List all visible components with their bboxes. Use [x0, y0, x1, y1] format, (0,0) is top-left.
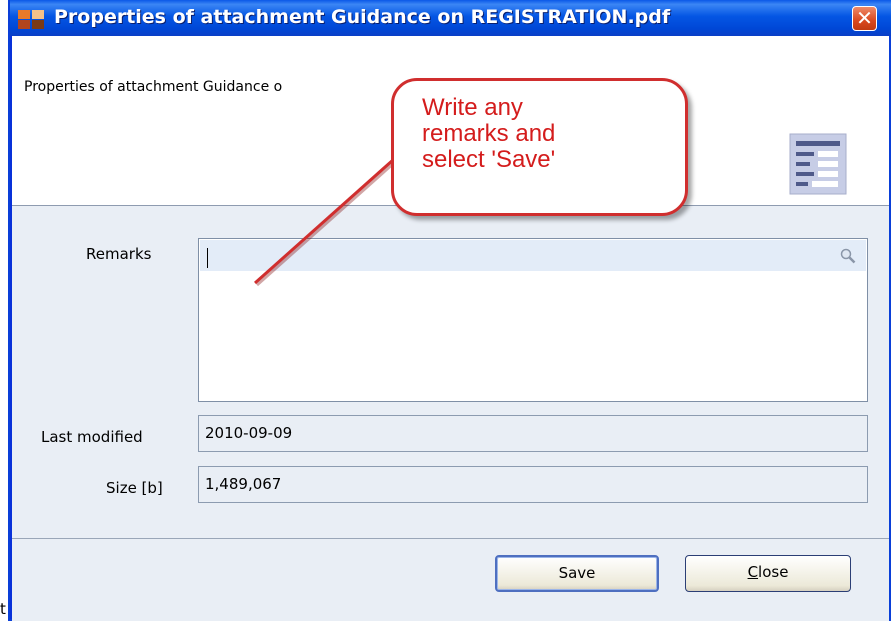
size-field: 1,489,067	[198, 466, 868, 503]
remarks-current-line	[200, 240, 866, 271]
header-description: Properties of attachment Guidance o	[24, 79, 283, 95]
window-title: Properties of attachment Guidance on REG…	[54, 6, 671, 28]
title-bar[interactable]: Properties of attachment Guidance on REG…	[10, 0, 891, 36]
callout-line-2: remarks and	[422, 120, 556, 147]
instruction-callout: Write any remarks and select 'Save'	[391, 78, 694, 222]
remarks-label: Remarks	[86, 245, 152, 263]
close-button-label: lose	[758, 563, 789, 581]
save-button[interactable]: Save	[495, 555, 659, 592]
last-modified-field: 2010-09-09	[198, 415, 868, 452]
callout-text: Write any remarks and select 'Save'	[422, 95, 662, 173]
close-button[interactable]: Close	[685, 555, 851, 592]
close-icon[interactable]: ✕	[852, 6, 877, 31]
search-icon[interactable]	[840, 248, 856, 264]
document-properties-icon	[789, 133, 847, 195]
callout-box: Write any remarks and select 'Save'	[391, 78, 688, 216]
app-icon	[18, 10, 44, 29]
last-modified-label: Last modified	[41, 428, 143, 446]
callout-line-3: select 'Save'	[422, 146, 556, 173]
close-mnemonic: C	[747, 563, 759, 581]
text-caret	[207, 248, 208, 268]
button-separator	[12, 538, 889, 539]
background-text-fragment: t	[0, 600, 6, 618]
size-label: Size [b]	[106, 479, 163, 497]
callout-line-1: Write any	[422, 94, 523, 121]
remarks-textarea[interactable]	[198, 238, 868, 402]
